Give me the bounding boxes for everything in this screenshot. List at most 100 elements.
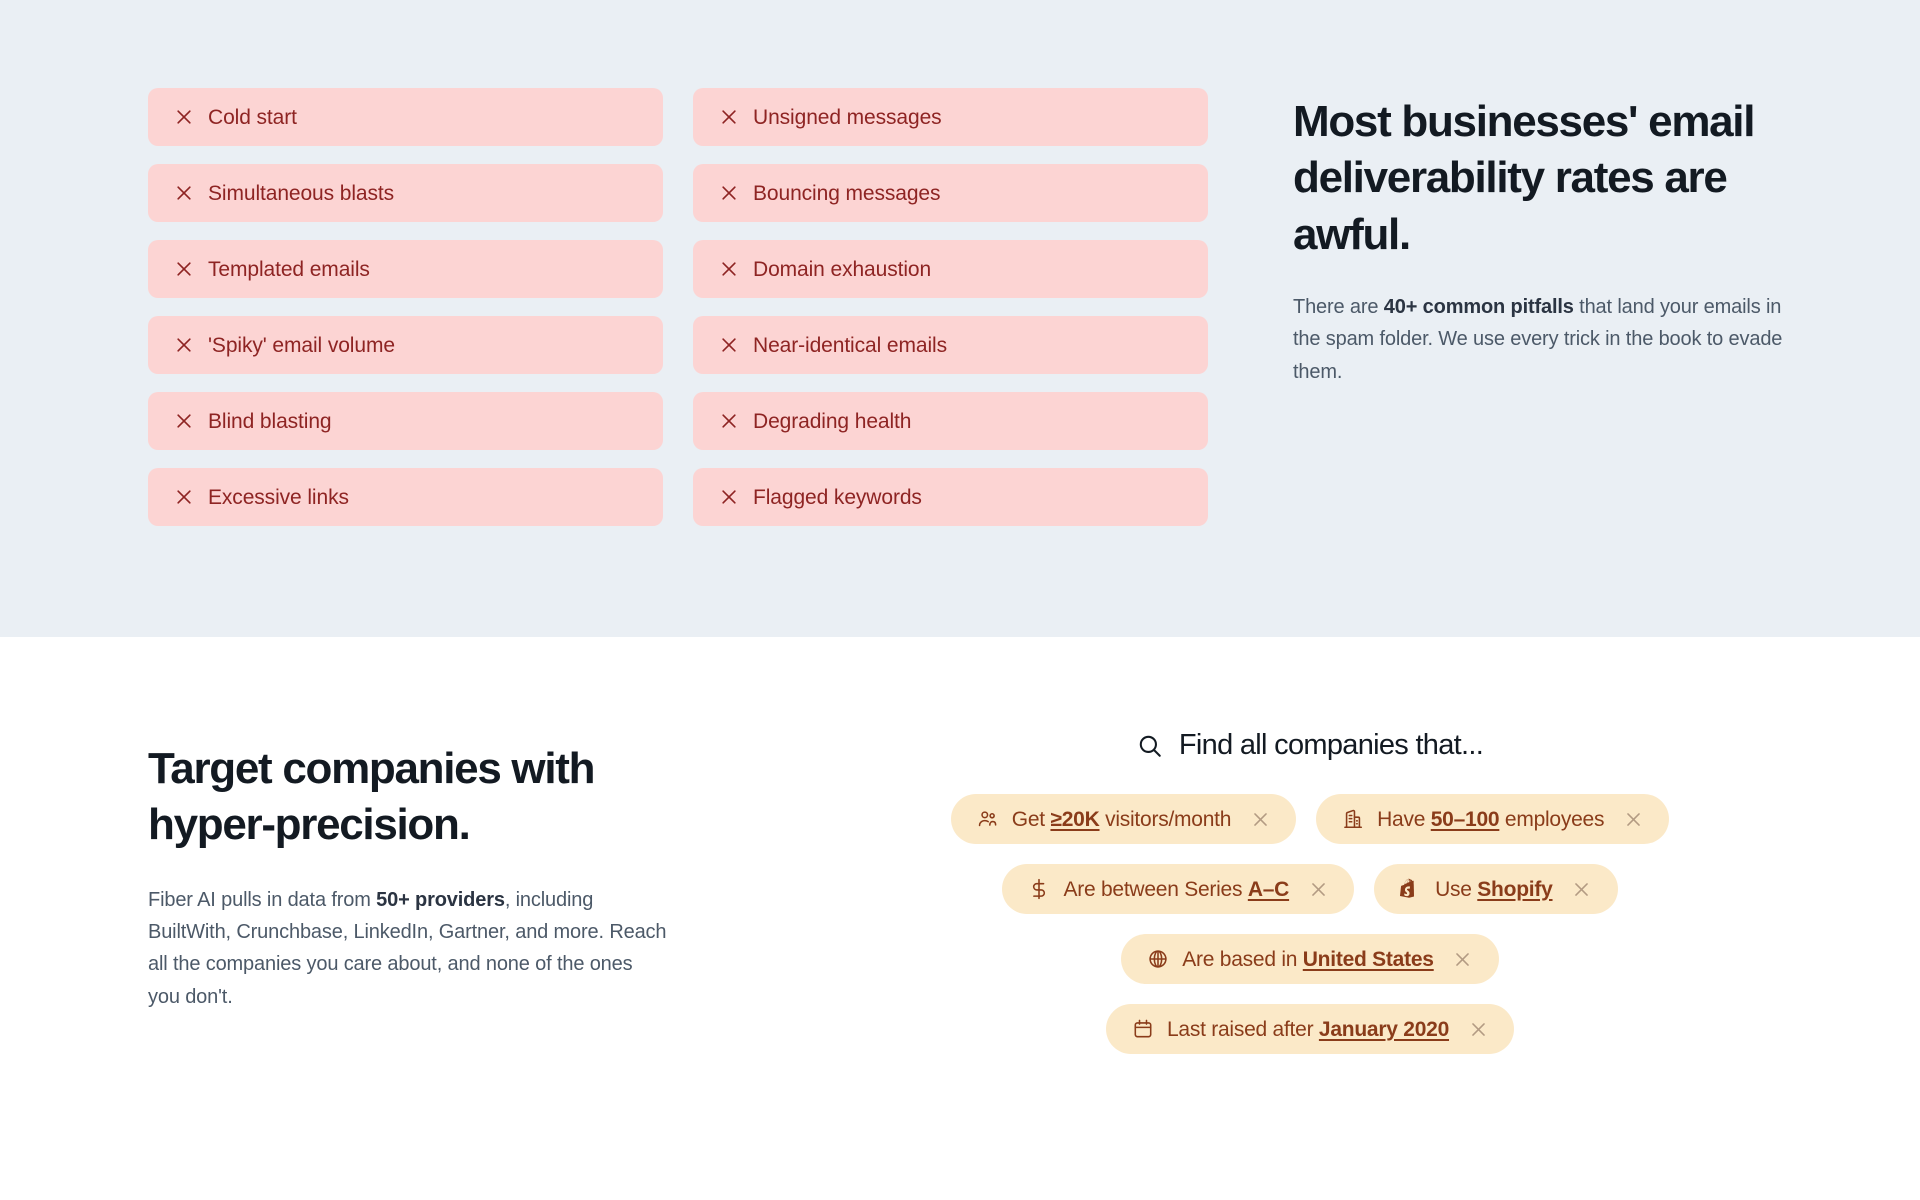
filter-pill-remove-icon[interactable] [1453,949,1473,969]
filter-pill-rows: Get ≥20K visitors/month Have 50–100 emplo… [810,794,1810,1054]
pitfall-card: 'Spiky' email volume [148,316,663,374]
search-icon [1137,733,1163,759]
filter-pill-text: Last raised after January 2020 [1167,1019,1449,1040]
close-icon [719,411,739,431]
filter-pill[interactable]: Use Shopify [1374,864,1618,914]
shopify-bag-icon [1400,878,1422,900]
pitfall-card: Simultaneous blasts [148,164,663,222]
filter-pill-remove-icon[interactable] [1250,809,1270,829]
filter-pill-prefix: Use [1435,877,1478,901]
close-icon [719,487,739,507]
pitfalls-heading: Most businesses' email deliverability ra… [1293,97,1755,259]
filter-pill-text: Are between Series A–C [1063,879,1289,900]
filter-pill-value[interactable]: January 2020 [1319,1018,1449,1041]
targeting-body: Fiber AI pulls in data from 50+ provider… [148,884,668,1014]
filter-pill-value[interactable]: United States [1303,948,1434,971]
page-root: Cold start Simultaneous blasts Templated e… [0,0,1920,1200]
pitfalls-copy-block: Most businesses' email deliverability ra… [1293,88,1788,526]
pitfall-label: Bouncing messages [753,181,941,205]
company-filter-builder: Find all companies that... Get ≥20K visi… [810,729,1810,1054]
filter-pill-prefix: Last raised after [1166,1017,1319,1041]
filter-pill-text: Are based in United States [1182,947,1434,971]
pitfall-label: Blind blasting [208,409,332,433]
filter-pill[interactable]: Get ≥20K visitors/month [950,794,1297,844]
pitfall-label: Excessive links [208,485,349,509]
targeting-heading: Target companies with hyper-precision. [148,744,596,850]
filter-pill-text: Have 50–100 employees [1377,809,1604,830]
pitfall-label: Flagged keywords [753,485,922,509]
filter-pill[interactable]: Are between Series A–C [1002,864,1355,914]
search-prompt-row[interactable]: Find all companies that... [810,729,1810,762]
filter-pill-suffix: visitors/month [1099,807,1232,831]
dollar-icon [1028,878,1050,900]
pitfalls-body-emphasis: 40+ common pitfalls [1383,295,1574,318]
filter-pill-remove-icon[interactable] [1468,1019,1488,1039]
close-icon [719,183,739,203]
filter-pill-text: Get ≥20K visitors/month [1011,807,1232,831]
filter-pill-row: Last raised after January 2020 [810,1004,1810,1054]
pitfall-card: Excessive links [148,468,663,526]
pitfall-label: Unsigned messages [753,105,942,129]
pitfall-label: Degrading health [753,409,912,433]
pitfall-label: Domain exhaustion [753,257,932,281]
filter-pill-row: Are based in United States [810,934,1810,984]
close-icon [174,259,194,279]
close-icon [174,183,194,203]
pitfall-card: Cold start [148,88,663,146]
filter-pill-value[interactable]: ≥20K [1050,808,1099,831]
targeting-copy-block: Target companies with hyper-precision. F… [148,741,678,1013]
filter-pill-prefix: Get [1011,807,1051,831]
pitfall-card: Flagged keywords [693,468,1208,526]
filter-pill-remove-icon[interactable] [1308,879,1328,899]
pitfall-column-left: Cold start Simultaneous blasts Templated e… [148,88,663,526]
pitfall-label: Templated emails [208,257,370,281]
building-icon [1342,808,1364,830]
close-icon [174,487,194,507]
filter-pill-prefix: Are based in [1182,947,1303,971]
pitfall-label: Near-identical emails [753,333,947,357]
pitfall-card: Domain exhaustion [693,240,1208,298]
close-icon [174,107,194,127]
users-icon [977,808,999,830]
filter-pill-value[interactable]: A–C [1248,878,1290,901]
filter-pill[interactable]: Have 50–100 employees [1316,794,1670,844]
pitfall-column-right: Unsigned messages Bouncing messages Domain… [693,88,1208,526]
close-icon [719,107,739,127]
pitfall-card: Degrading health [693,392,1208,450]
pitfalls-layout: Cold start Simultaneous blasts Templated e… [148,88,1788,526]
pitfall-label: Simultaneous blasts [208,181,395,205]
pitfall-card: Blind blasting [148,392,663,450]
filter-pill-prefix: Have [1377,807,1431,831]
filter-pill-remove-icon[interactable] [1623,809,1643,829]
pitfall-card: Templated emails [148,240,663,298]
close-icon [719,259,739,279]
filter-pill-suffix: employees [1499,807,1605,831]
pitfall-card: Near-identical emails [693,316,1208,374]
email-pitfalls-section: Cold start Simultaneous blasts Templated e… [0,0,1920,637]
pitfalls-body: There are 40+ common pitfalls that land … [1293,291,1788,388]
filter-pill-value[interactable]: Shopify [1477,878,1553,901]
pitfalls-body-before: There are [1293,295,1384,318]
globe-icon [1147,948,1169,970]
targeting-body-emphasis: 50+ providers [376,888,505,911]
calendar-icon [1132,1018,1154,1040]
pitfall-card: Bouncing messages [693,164,1208,222]
close-icon [174,411,194,431]
close-icon [719,335,739,355]
filter-pill-row: Get ≥20K visitors/month Have 50–100 emplo… [810,794,1810,844]
search-prompt-label: Find all companies that... [1178,729,1484,761]
pitfall-label: Cold start [208,105,297,129]
pitfall-card-grid: Cold start Simultaneous blasts Templated e… [148,88,1208,526]
filter-pill[interactable]: Are based in United States [1121,934,1499,984]
close-icon [174,335,194,355]
filter-pill[interactable]: Last raised after January 2020 [1105,1004,1515,1054]
filter-pill-prefix: Are between Series [1063,877,1248,901]
filter-pill-remove-icon[interactable] [1572,879,1592,899]
pitfall-label: 'Spiky' email volume [208,333,395,357]
filter-pill-row: Are between Series A–C Use Shopify [810,864,1810,914]
filter-pill-value[interactable]: 50–100 [1431,808,1500,831]
pitfall-card: Unsigned messages [693,88,1208,146]
company-targeting-section: Target companies with hyper-precision. F… [0,637,1920,1200]
targeting-body-before: Fiber AI pulls in data from [148,888,377,911]
filter-pill-text: Use Shopify [1435,877,1553,901]
